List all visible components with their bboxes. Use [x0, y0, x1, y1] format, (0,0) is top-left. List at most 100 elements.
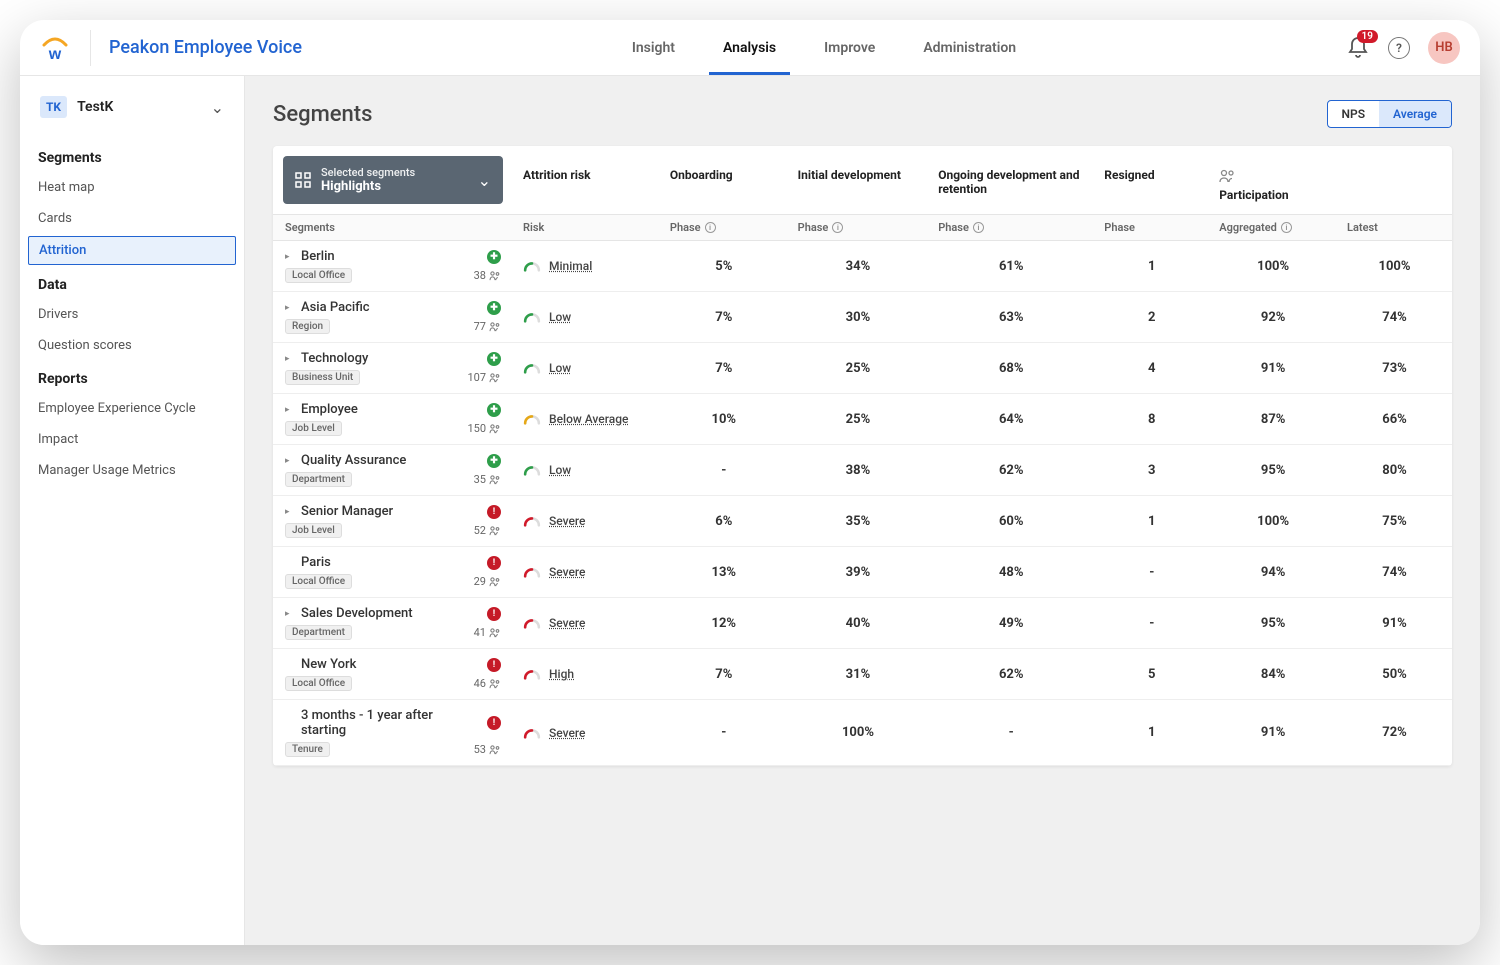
segment-name: Paris — [301, 555, 331, 570]
cell-initial: 34% — [788, 241, 929, 291]
segment-cell[interactable]: ▸Asia Pacific✚Region77 — [273, 292, 513, 342]
risk-link[interactable]: Low — [549, 463, 571, 477]
cell-ongoing: - — [928, 700, 1094, 765]
risk-link[interactable]: Low — [549, 361, 571, 375]
topnav-insight[interactable]: Insight — [628, 22, 679, 74]
status-indicator-icon: ! — [487, 607, 501, 621]
segment-cell[interactable]: New York!Local Office46 — [273, 649, 513, 699]
info-icon[interactable]: i — [832, 222, 843, 233]
sidebar-item-cards[interactable]: Cards — [20, 203, 244, 234]
expand-caret-icon[interactable]: ▸ — [285, 456, 295, 466]
sub-aggregated: Aggregatedi — [1209, 215, 1337, 240]
cell-risk: Low — [513, 343, 660, 393]
cell-risk: Severe — [513, 496, 660, 546]
sidebar-item-impact[interactable]: Impact — [20, 424, 244, 455]
segment-cell[interactable]: Paris!Local Office29 — [273, 547, 513, 597]
segment-cell[interactable]: ▸Employee✚Job Level150 — [273, 394, 513, 444]
risk-link[interactable]: Severe — [549, 616, 585, 630]
cell-onboarding: 10% — [660, 394, 788, 444]
segment-cell[interactable]: ▸Berlin✚Local Office38 — [273, 241, 513, 291]
status-indicator-icon: ✚ — [487, 352, 501, 366]
cell-resigned: - — [1094, 547, 1209, 597]
info-icon[interactable]: i — [973, 222, 984, 233]
help-button[interactable]: ? — [1388, 37, 1410, 59]
sidebar-item-attrition[interactable]: Attrition — [28, 236, 236, 265]
risk-link[interactable]: Severe — [549, 565, 585, 579]
segment-selector-dropdown[interactable]: Selected segments Highlights ⌄ — [283, 156, 503, 204]
segment-cell[interactable]: ▸Senior Manager!Job Level52 — [273, 496, 513, 546]
people-icon — [489, 475, 501, 485]
cell-onboarding: - — [660, 445, 788, 495]
notifications-button[interactable]: 19 — [1346, 36, 1370, 60]
segment-name: Sales Development — [301, 606, 413, 621]
cell-resigned: - — [1094, 598, 1209, 648]
sidebar-item-manager-usage[interactable]: Manager Usage Metrics — [20, 455, 244, 486]
status-indicator-icon: ✚ — [487, 403, 501, 417]
cell-risk: Minimal — [513, 241, 660, 291]
table-row: 3 months - 1 year after starting!Tenure5… — [273, 700, 1452, 766]
risk-link[interactable]: High — [549, 667, 574, 681]
risk-link[interactable]: Severe — [549, 726, 585, 740]
cell-latest: 80% — [1337, 445, 1452, 495]
workspace-selector[interactable]: TK TestK ⌄ — [36, 92, 228, 122]
participation-icon — [1219, 168, 1327, 186]
segment-tag: Tenure — [285, 742, 330, 757]
sidebar-item-eec[interactable]: Employee Experience Cycle — [20, 393, 244, 424]
cell-aggregated: 100% — [1209, 496, 1337, 546]
gauge-icon — [523, 727, 541, 739]
topnav-improve[interactable]: Improve — [820, 22, 879, 74]
main-content: Segments NPS Average Select — [245, 76, 1480, 945]
segment-cell[interactable]: 3 months - 1 year after starting!Tenure5… — [273, 700, 513, 765]
gauge-icon — [523, 464, 541, 476]
cell-latest: 73% — [1337, 343, 1452, 393]
segment-cell[interactable]: ▸Sales Development!Department41 — [273, 598, 513, 648]
sidebar-section-data: Data — [20, 267, 244, 299]
cell-initial: 25% — [788, 394, 929, 444]
toggle-nps[interactable]: NPS — [1328, 101, 1380, 127]
segment-cell[interactable]: ▸Technology✚Business Unit107 — [273, 343, 513, 393]
people-icon — [489, 628, 501, 638]
logo[interactable]: w — [40, 30, 91, 66]
info-icon[interactable]: i — [705, 222, 716, 233]
expand-caret-icon[interactable]: ▸ — [285, 303, 295, 313]
sidebar-item-drivers[interactable]: Drivers — [20, 299, 244, 330]
cell-aggregated: 92% — [1209, 292, 1337, 342]
cell-initial: 35% — [788, 496, 929, 546]
topnav-analysis[interactable]: Analysis — [719, 22, 780, 74]
workday-logo-icon: w — [40, 33, 70, 63]
cell-risk: Low — [513, 292, 660, 342]
segment-tag: Business Unit — [285, 370, 360, 385]
topnav-administration[interactable]: Administration — [919, 22, 1020, 74]
segment-name: Berlin — [301, 249, 335, 264]
expand-caret-icon[interactable]: ▸ — [285, 405, 295, 415]
col-resigned: Resigned — [1094, 146, 1209, 214]
table-row: ▸Asia Pacific✚Region77 Low7%30%63%292%74… — [273, 292, 1452, 343]
cell-ongoing: 49% — [928, 598, 1094, 648]
expand-caret-icon[interactable]: ▸ — [285, 354, 295, 364]
sidebar-item-heatmap[interactable]: Heat map — [20, 172, 244, 203]
segment-tag: Job Level — [285, 421, 342, 436]
app-title: Peakon Employee Voice — [109, 37, 302, 58]
expand-caret-icon[interactable]: ▸ — [285, 609, 295, 619]
segment-count: 41 — [474, 626, 501, 639]
segment-tag: Department — [285, 472, 352, 487]
segment-name: Senior Manager — [301, 504, 393, 519]
toggle-average[interactable]: Average — [1379, 101, 1451, 127]
gauge-icon — [523, 515, 541, 527]
user-avatar[interactable]: HB — [1428, 32, 1460, 64]
risk-link[interactable]: Below Average — [549, 412, 628, 426]
cell-ongoing: 63% — [928, 292, 1094, 342]
expand-caret-icon[interactable]: ▸ — [285, 507, 295, 517]
expand-caret-icon[interactable]: ▸ — [285, 252, 295, 262]
cell-resigned: 1 — [1094, 241, 1209, 291]
risk-link[interactable]: Severe — [549, 514, 585, 528]
cell-aggregated: 100% — [1209, 241, 1337, 291]
risk-link[interactable]: Minimal — [549, 259, 592, 273]
info-icon[interactable]: i — [1281, 222, 1292, 233]
sub-onboarding: Phasei — [660, 215, 788, 240]
segment-cell[interactable]: ▸Quality Assurance✚Department35 — [273, 445, 513, 495]
segment-count: 35 — [474, 473, 501, 486]
sidebar-item-question-scores[interactable]: Question scores — [20, 330, 244, 361]
cell-ongoing: 48% — [928, 547, 1094, 597]
risk-link[interactable]: Low — [549, 310, 571, 324]
